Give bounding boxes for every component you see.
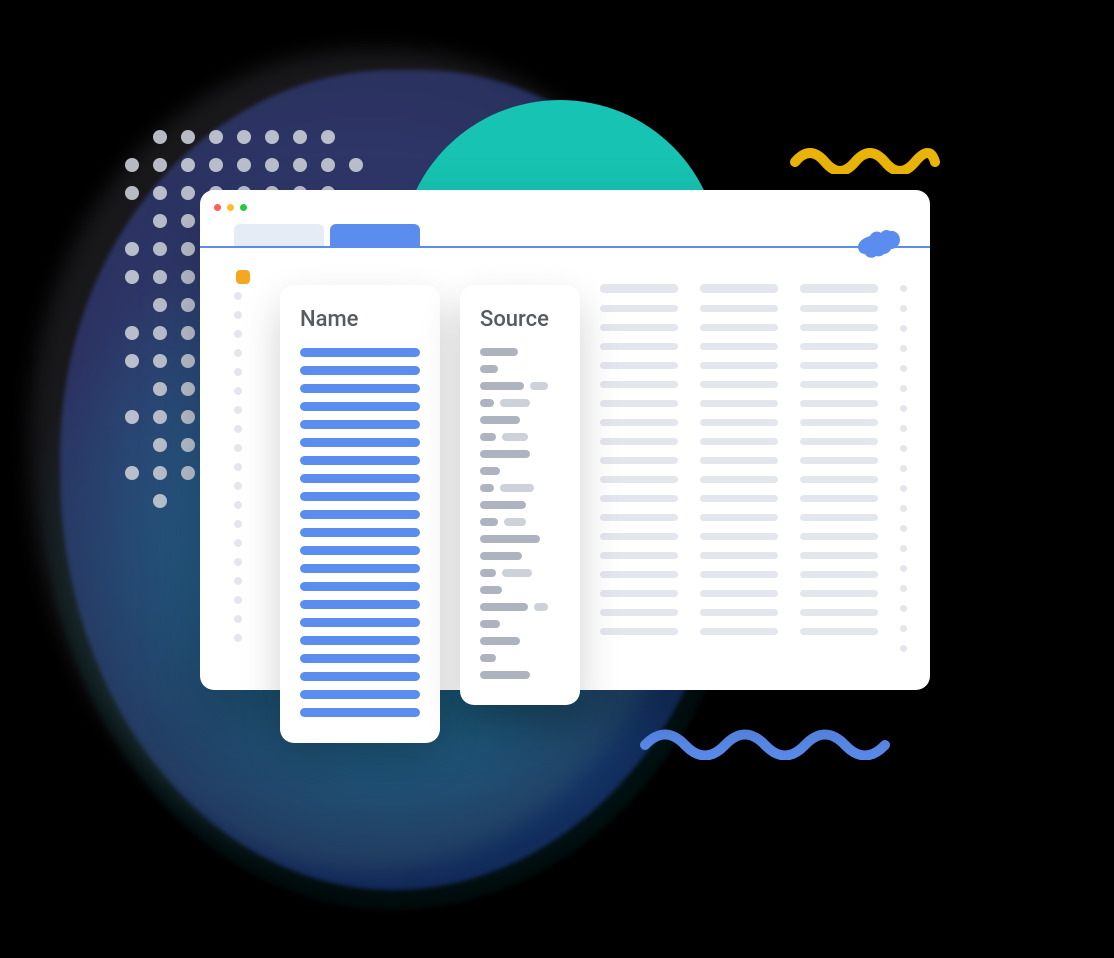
tab-active[interactable] (330, 224, 420, 246)
name-column-rows (300, 348, 420, 717)
background-columns (600, 284, 907, 652)
column-card-name: Name (280, 285, 440, 743)
squiggle-blue-icon (640, 720, 900, 760)
source-column-rows (480, 348, 560, 679)
table-skeleton (200, 248, 930, 288)
tab-bar (200, 224, 930, 248)
tab-inactive[interactable] (234, 224, 324, 246)
minimize-icon (227, 204, 234, 211)
column-header-source: Source (480, 307, 560, 332)
maximize-icon (240, 204, 247, 211)
column-card-source: Source (460, 285, 580, 705)
row-bullets (234, 292, 242, 642)
close-icon (214, 204, 221, 211)
column-header-name: Name (300, 307, 420, 332)
row-selection-marker (236, 270, 250, 284)
window-traffic-lights (200, 190, 930, 224)
squiggle-yellow-icon (790, 140, 940, 174)
